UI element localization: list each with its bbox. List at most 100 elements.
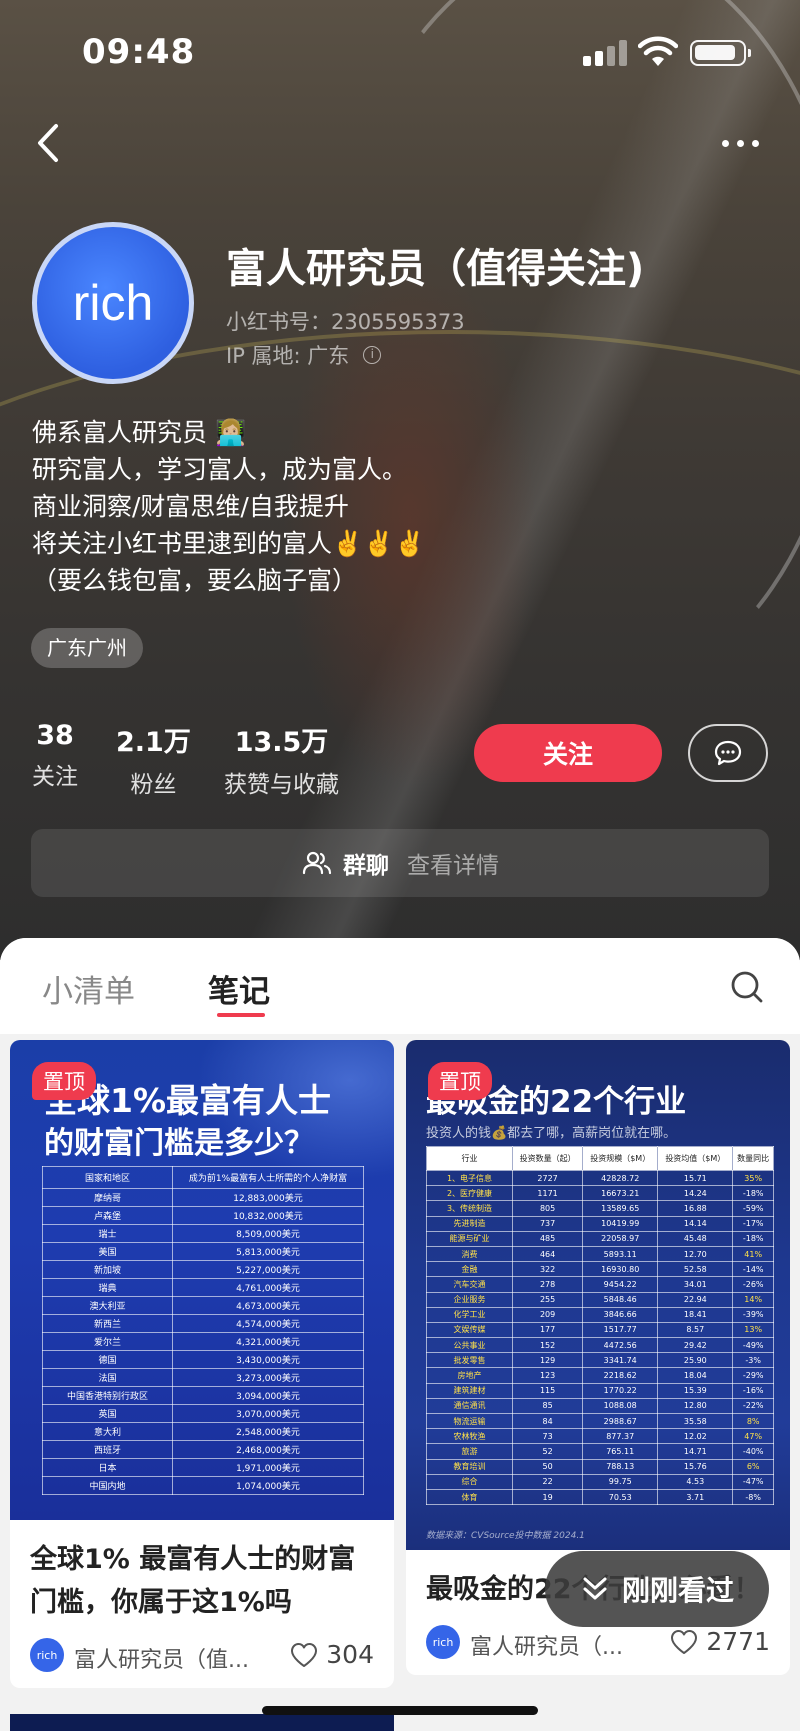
table-cell: 485 <box>511 1230 584 1247</box>
table-cell: -40% <box>732 1443 774 1460</box>
like-count: 304 <box>326 1640 374 1669</box>
table-cell: 中国香港特别行政区 <box>42 1386 173 1405</box>
table-header: 数量同比 <box>732 1146 774 1171</box>
group-chat-detail: 查看详情 <box>407 853 499 879</box>
table-cell: -47% <box>732 1473 774 1490</box>
table-cell: -18% <box>732 1230 774 1247</box>
profile-screen: 09:48 rich 富人研究员（值得关注) 小红书号：2305595373 I… <box>0 0 800 1731</box>
recently-viewed-button[interactable]: 刚刚看过 <box>545 1551 769 1627</box>
table-cell: 84 <box>511 1412 584 1430</box>
table-cell: 2218.62 <box>582 1367 659 1384</box>
ip-location: IP 属地: 广东 i <box>226 340 382 370</box>
message-button[interactable] <box>688 724 768 782</box>
table-cell: 通信通讯 <box>426 1397 513 1415</box>
table-cell: -17% <box>732 1215 774 1232</box>
group-chat-bar[interactable]: 群聊 查看详情 <box>31 829 769 897</box>
heart-icon <box>671 1629 698 1654</box>
table-cell: 8,509,000美元 <box>172 1224 364 1243</box>
ip-location-text: IP 属地: 广东 <box>226 344 350 368</box>
table-cell: 公共事业 <box>426 1337 513 1354</box>
table-cell: 19 <box>511 1488 584 1506</box>
table-cell: 255 <box>511 1291 584 1308</box>
table-row: 新加坡 5,227,000美元 <box>42 1260 364 1279</box>
table-cell: 3,094,000美元 <box>172 1386 364 1405</box>
table-cell: 文娱传媒 <box>426 1321 513 1339</box>
table-cell: 2727 <box>511 1169 584 1187</box>
active-tab-indicator <box>217 1013 265 1017</box>
follow-button[interactable]: 关注 <box>474 724 662 782</box>
table-cell: 464 <box>511 1245 584 1263</box>
table-cell: 综合 <box>426 1473 513 1490</box>
tab-bar: 小清单 笔记 <box>0 938 800 1034</box>
pinned-badge: 置顶 <box>32 1062 96 1100</box>
table-cell: 73 <box>511 1428 584 1445</box>
table-cell: 788.13 <box>582 1458 659 1475</box>
table-row: 物流运输 84 2988.67 35.58 8% <box>426 1412 774 1430</box>
table-cell: -39% <box>732 1306 774 1323</box>
table-cell: 85 <box>511 1397 584 1415</box>
table-row: 新西兰 4,574,000美元 <box>42 1314 364 1333</box>
table-cell: 澳大利亚 <box>42 1296 173 1315</box>
info-icon[interactable]: i <box>363 346 382 364</box>
like-button[interactable]: 304 <box>290 1640 374 1669</box>
wifi-icon <box>638 36 678 66</box>
table-cell: 765.11 <box>582 1443 659 1460</box>
table-row: 英国 3,070,000美元 <box>42 1404 364 1423</box>
table-cell: 2,548,000美元 <box>172 1422 364 1441</box>
table-row: 汽车交通 278 9454.22 34.01 -26% <box>426 1276 774 1293</box>
stat-followers[interactable]: 2.1万 粉丝 <box>116 720 191 799</box>
table-cell: 4472.56 <box>582 1337 659 1354</box>
note-cover: 置顶 最吸金的22个行业 投资人的钱💰都去了哪，高薪岗位就在哪。 行业 投资数量… <box>406 1040 790 1550</box>
stat-following-label: 关注 <box>32 764 78 790</box>
more-options-icon[interactable] <box>716 128 766 158</box>
table-cell: 16673.21 <box>582 1185 659 1202</box>
table-cell: 1770.22 <box>582 1382 659 1399</box>
table-cell: 5848.46 <box>582 1291 659 1308</box>
mini-avatar-text: rich <box>432 1635 454 1649</box>
table-cell: 3、传统制造 <box>426 1200 513 1217</box>
table-header: 成为前1%最富有人士所需的个人净财富 <box>172 1166 364 1189</box>
note-card[interactable]: 置顶 全球1%最富有人士 的财富门槛是多少？ 国家和地区 成为前1%最富有人士所… <box>10 1040 394 1688</box>
table-row: 日本 1,971,000美元 <box>42 1458 364 1477</box>
table-cell: 22058.97 <box>582 1230 659 1247</box>
table-cell: 35% <box>732 1169 774 1187</box>
home-indicator <box>262 1706 538 1715</box>
stat-following[interactable]: 38 关注 <box>32 720 78 791</box>
location-tag: 广东广州 <box>31 628 143 668</box>
table-cell: 1,074,000美元 <box>172 1476 364 1495</box>
table-header: 投资数量（起） <box>511 1146 584 1171</box>
table-cell: 10,832,000美元 <box>172 1206 364 1225</box>
stat-likes-collects[interactable]: 13.5万 获赞与收藏 <box>224 720 339 799</box>
signal-icon <box>583 40 627 66</box>
table-row: 消费 464 5893.11 12.70 41% <box>426 1245 774 1263</box>
tab-list[interactable]: 小清单 <box>42 966 135 1011</box>
author-avatar[interactable]: rich <box>426 1625 460 1659</box>
table-cell: 5893.11 <box>582 1245 659 1263</box>
table-cell: 3,070,000美元 <box>172 1404 364 1423</box>
table-cell: 爱尔兰 <box>42 1332 173 1351</box>
table-cell: 3846.66 <box>582 1306 659 1323</box>
data-source: 数据来源：CVSource投中数据 2024.1 <box>426 1531 585 1541</box>
back-icon[interactable] <box>30 118 74 168</box>
note-cover: 置顶 全球1%最富有人士 的财富门槛是多少？ 国家和地区 成为前1%最富有人士所… <box>10 1040 394 1520</box>
table-cell: 教育培训 <box>426 1458 513 1475</box>
table-cell: 2、医疗健康 <box>426 1185 513 1202</box>
table-cell: 14.14 <box>657 1215 734 1232</box>
table-cell: 737 <box>511 1215 584 1232</box>
table-cell: 47% <box>732 1428 774 1445</box>
table-cell: 3341.74 <box>582 1352 659 1369</box>
search-icon[interactable] <box>728 968 766 1006</box>
avatar[interactable]: rich <box>32 222 194 384</box>
table-cell: 汽车交通 <box>426 1276 513 1293</box>
table-cell: 41% <box>732 1245 774 1263</box>
industry-investment-table: 行业 投资数量（起） 投资规模（$M） 投资均值（$M） 数量同比 1、电子信息… <box>426 1146 774 1506</box>
tab-notes[interactable]: 笔记 <box>208 966 270 1011</box>
table-row: 中国香港特别行政区 3,094,000美元 <box>42 1386 364 1405</box>
like-button[interactable]: 2771 <box>670 1627 770 1656</box>
table-cell: 12,883,000美元 <box>172 1188 364 1207</box>
note-meta: rich 富人研究员（值... 304 <box>10 1624 394 1688</box>
status-bar: 09:48 <box>0 0 800 100</box>
author-avatar[interactable]: rich <box>30 1638 64 1672</box>
table-cell: 322 <box>511 1261 584 1278</box>
table-cell: 52.58 <box>657 1261 734 1278</box>
